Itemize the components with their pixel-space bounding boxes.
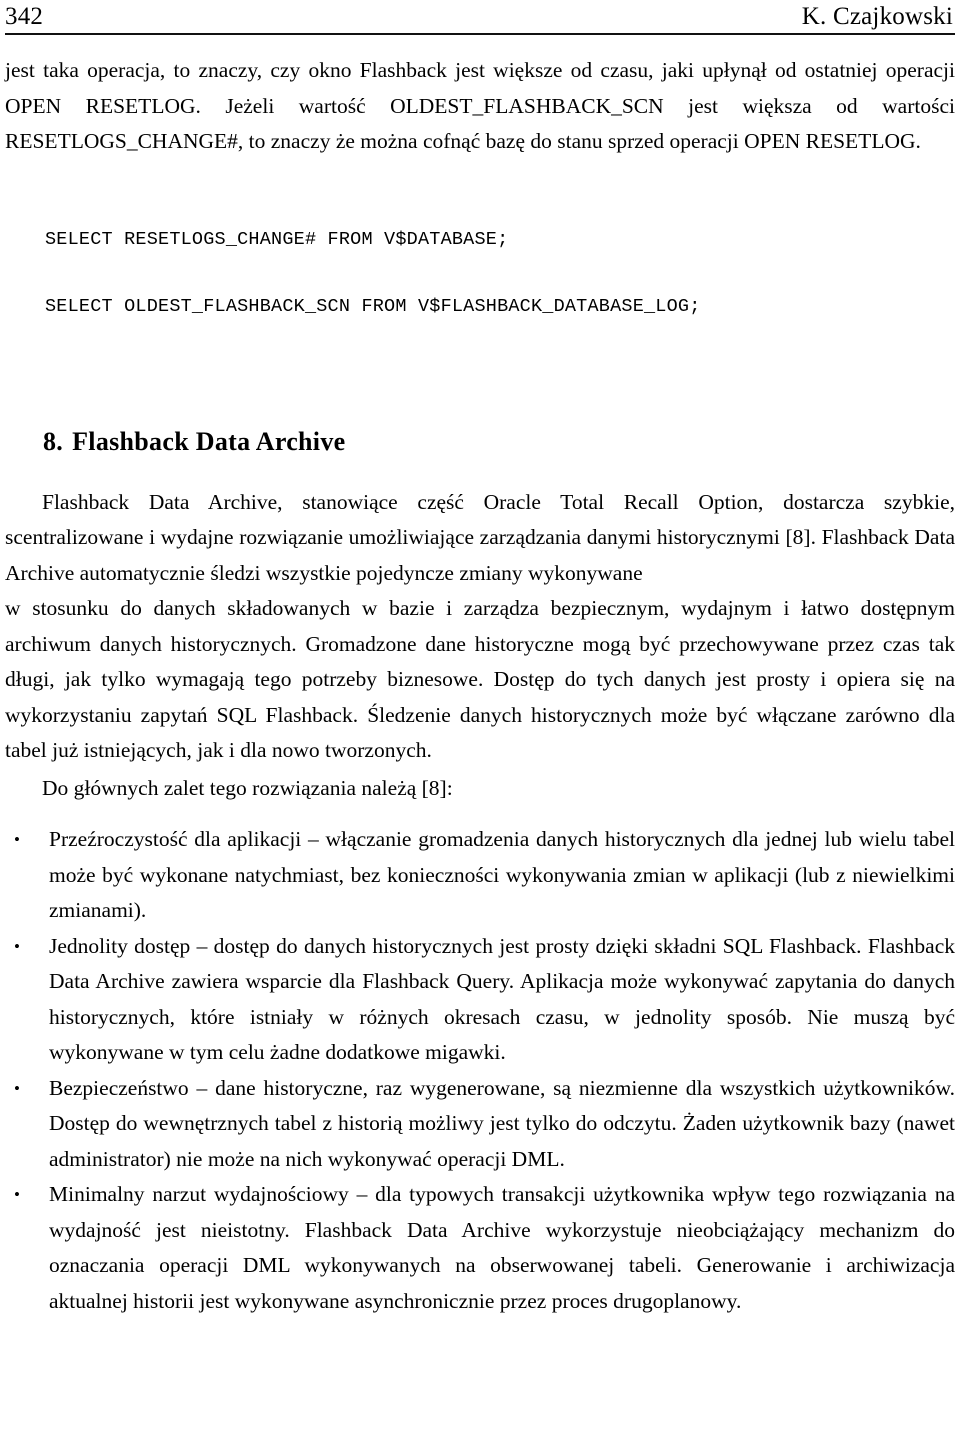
heading-spacer [5,458,955,485]
list-item: • Bezpieczeństwo – dane historyczne, raz… [5,1071,955,1178]
section-number: 8. [43,426,64,456]
list-item: • Minimalny narzut wydajnościowy – dla t… [5,1177,955,1319]
bullet-icon: • [14,830,20,849]
paragraph-fda-details: w stosunku do danych składowanych w bazi… [5,596,955,762]
header-rule [5,33,955,35]
page-number: 342 [5,3,44,30]
paragraph-intro: jest taka operacja, to znaczy, czy okno … [5,58,955,153]
paragraph-advantages-lead: Do głównych zalet tego rozwiązania należ… [42,775,453,800]
running-head-author: K. Czajkowski [801,3,953,30]
list-item-text: Minimalny narzut wydajnościowy – dla typ… [49,1182,955,1313]
bullet-icon: • [14,1185,20,1204]
list-item: • Jednolity dostęp – dostęp do danych hi… [5,929,955,1071]
list-item-text: Przeźroczystość dla aplikacji – włączani… [49,827,955,922]
list-item-text: Jednolity dostęp – dostęp do danych hist… [49,933,955,1065]
advantages-list: • Przeźroczystość dla aplikacji – włącza… [5,822,955,1319]
document-page: 342 K. Czajkowski jest taka operacja, to… [0,0,960,1452]
paragraph-fda-overview: Flashback Data Archive, stanowiące część… [5,489,955,585]
code-line: SELECT OLDEST_FLASHBACK_SCN FROM V$FLASH… [45,296,701,317]
bullet-icon: • [14,1078,20,1098]
section-heading: 8. Flashback Data Archive [5,426,955,458]
list-item-text: Bezpieczeństwo – dane historyczne, raz w… [49,1075,955,1171]
running-head: 342 K. Czajkowski [5,0,955,32]
section-title: Flashback Data Archive [72,426,346,456]
list-item: • Przeźroczystość dla aplikacji – włącza… [5,822,955,929]
bullet-icon: • [14,936,20,956]
code-line: SELECT RESETLOGS_CHANGE# FROM V$DATABASE… [45,228,509,250]
sql-code-block: SELECT RESETLOGS_CHANGE# FROM V$DATABASE… [5,184,955,364]
